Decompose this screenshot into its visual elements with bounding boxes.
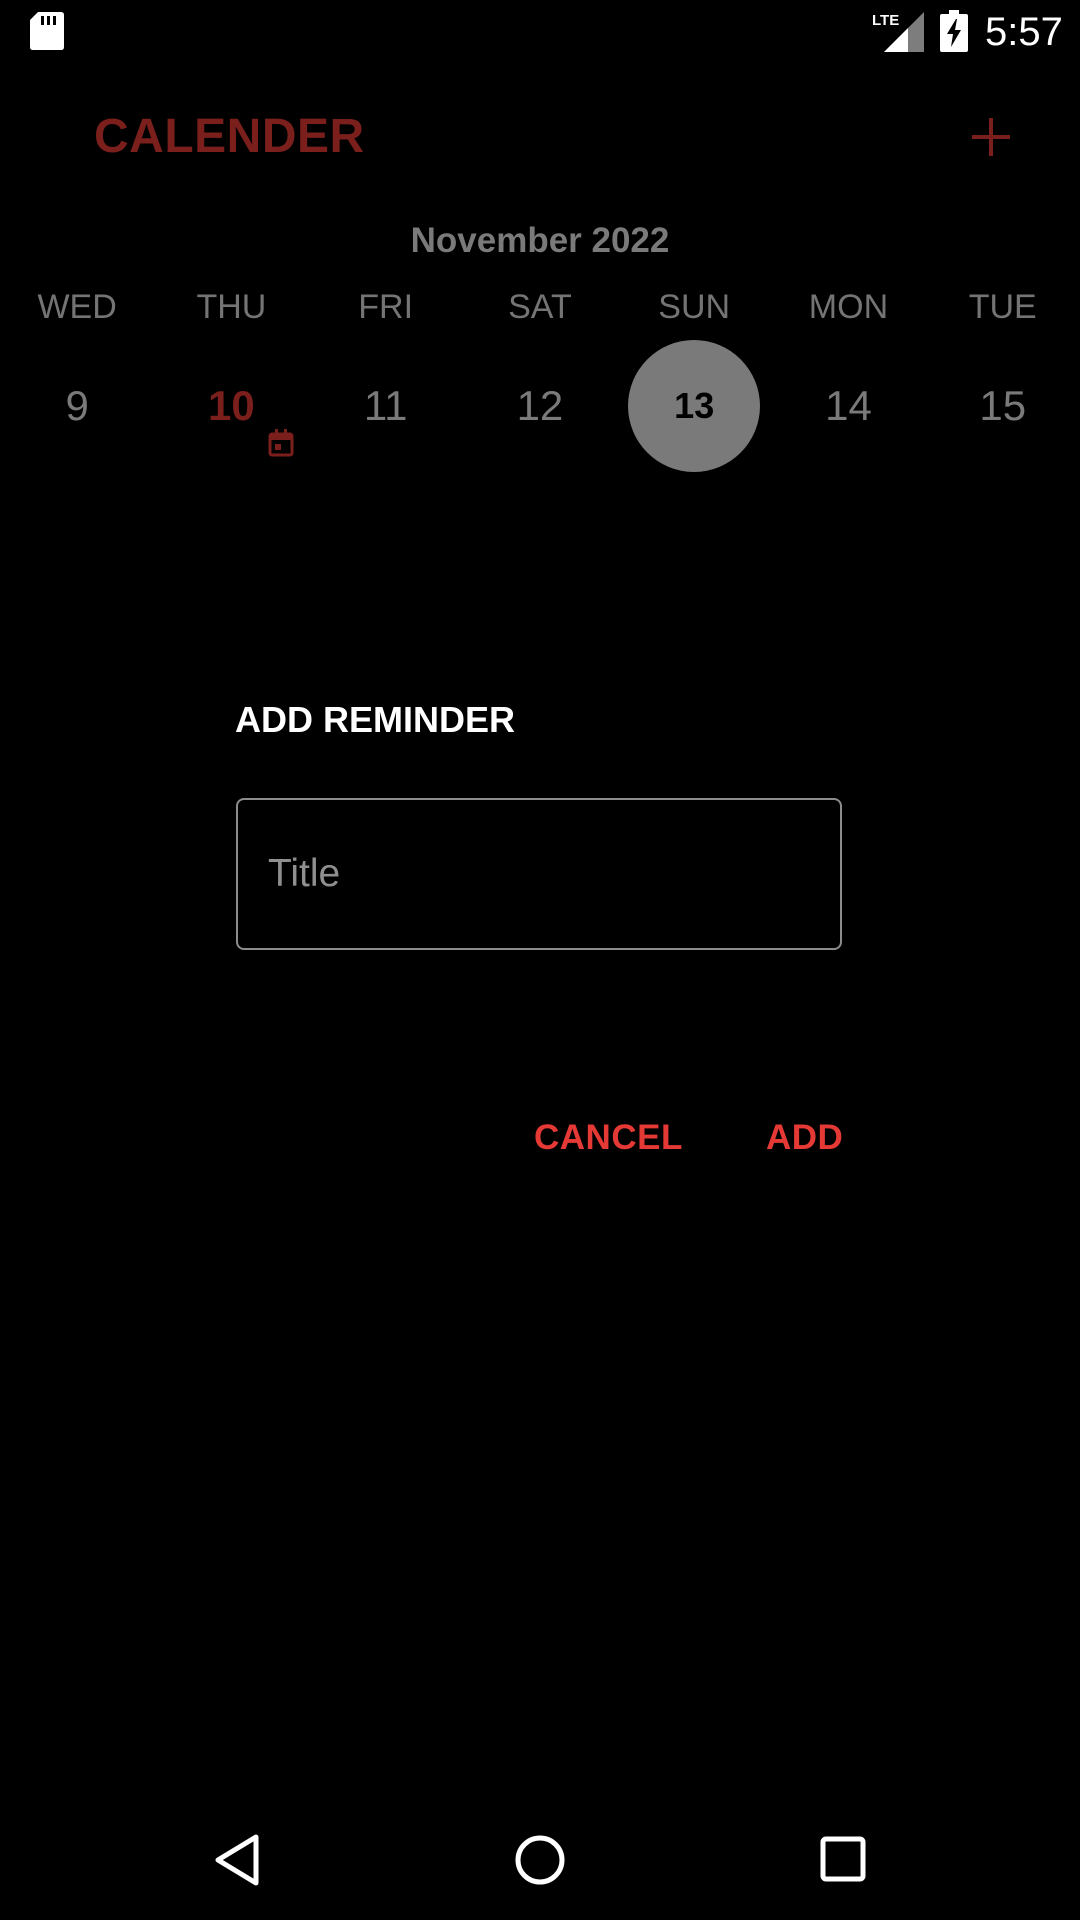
date-cell[interactable]: 12 [463,340,617,472]
date-number: 9 [65,382,89,429]
plus-icon[interactable] [970,116,1012,158]
date-cell-selected[interactable]: 13 [617,340,771,472]
date-row: 9 10 11 12 13 14 15 [0,340,1080,472]
month-label: November 2022 [410,221,670,260]
weekday-label: SAT [508,288,572,326]
date-cell[interactable]: 11 [309,340,463,472]
date-number: 13 [674,385,715,426]
event-calendar-icon [268,429,294,457]
date-cell-today[interactable]: 10 [154,340,308,472]
date-number: 15 [979,382,1027,429]
weekday-label: MON [808,288,889,326]
battery-charging-icon [940,10,968,52]
recents-icon[interactable] [820,1836,866,1882]
date-cell[interactable]: 14 [771,340,925,472]
home-icon[interactable] [514,1834,566,1886]
status-clock: 5:57 [985,10,1063,54]
weekday-label: WED [37,288,117,326]
lte-signal-icon: LTE [872,12,924,52]
dialog-title: ADD REMINDER [235,699,516,740]
navigation-bar [0,1800,1080,1920]
weekday-label: TUE [968,288,1037,326]
svg-text:LTE: LTE [872,12,899,29]
weekday-label: FRI [358,288,414,326]
weekday-label: THU [196,288,267,326]
cancel-button[interactable]: CANCEL [534,1112,683,1164]
date-cell[interactable]: 15 [926,340,1080,472]
date-number: 14 [825,382,872,429]
date-number: 11 [363,382,408,429]
date-number: 12 [516,382,564,429]
weekday-label: SUN [658,288,731,326]
reminder-title-input[interactable] [236,798,842,950]
status-bar: LTE 5:57 [0,0,1080,64]
date-cell[interactable]: 9 [0,340,154,472]
weekday-header-row: WED THU FRI SAT SUN MON TUE [0,282,1080,332]
app-title: CALENDER [94,110,365,163]
back-icon[interactable] [212,1833,262,1887]
sd-card-icon [30,12,64,50]
add-button[interactable]: ADD [766,1112,843,1164]
